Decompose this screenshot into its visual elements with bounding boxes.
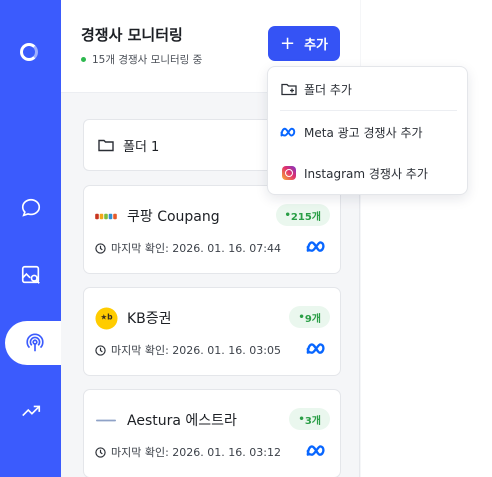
trending-up-icon xyxy=(21,405,40,417)
competitor-card[interactable]: ★b KB증권 • 9개 마지막 확인: 2026. 01. 16. 03:05 xyxy=(83,287,341,376)
ad-count: 3개 xyxy=(304,415,321,427)
meta-icon xyxy=(306,241,325,252)
svg-text:★b: ★b xyxy=(100,312,113,321)
instagram-icon xyxy=(280,166,298,180)
menu-item-add-folder[interactable]: 폴더 추가 xyxy=(268,71,467,107)
nav-image-search-button[interactable] xyxy=(0,253,61,297)
nav-trends-button[interactable] xyxy=(0,389,61,433)
competitor-name: KB증권 xyxy=(127,311,172,327)
app-root: 경쟁사 모니터링 15개 경쟁사 모니터링 중 + 추가 폴더 1 쿠팡 Cou… xyxy=(0,0,492,477)
app-logo[interactable] xyxy=(20,43,38,61)
ad-count: 215개 xyxy=(290,211,321,223)
last-checked: 마지막 확인: 2026. 01. 16. 03:12 xyxy=(95,444,281,460)
menu-divider xyxy=(280,110,457,111)
aestura-logo xyxy=(94,408,118,432)
clock-icon xyxy=(95,446,106,458)
clock-icon xyxy=(95,344,106,356)
coupang-logo xyxy=(94,204,118,228)
menu-item-add-meta[interactable]: Meta 광고 경쟁사 추가 xyxy=(268,114,467,150)
ad-count-badge: • 3개 xyxy=(289,408,330,430)
ad-count: 9개 xyxy=(304,313,321,325)
last-checked-text: 마지막 확인: 2026. 01. 16. 03:05 xyxy=(111,344,281,357)
meta-icon xyxy=(306,445,325,456)
monitoring-count-text: 15개 경쟁사 모니터링 중 xyxy=(92,54,203,66)
competitor-name: Aestura 에스트라 xyxy=(127,413,237,429)
status-dot xyxy=(81,57,86,62)
ad-count-badge: • 215개 xyxy=(275,204,330,226)
competitor-name: 쿠팡 Coupang xyxy=(127,209,220,225)
add-button-label: 추가 xyxy=(304,38,328,53)
add-dropdown-menu: 폴더 추가 Meta 광고 경쟁사 추가 Instagram 경쟁사 추가 xyxy=(267,66,468,195)
add-button[interactable]: + 추가 xyxy=(268,26,340,61)
chat-icon xyxy=(21,198,40,217)
nav-chat-button[interactable] xyxy=(0,186,61,230)
ad-count-badge: • 9개 xyxy=(289,306,330,328)
menu-item-label: Meta 광고 경쟁사 추가 xyxy=(304,125,423,140)
last-checked-text: 마지막 확인: 2026. 01. 16. 07:44 xyxy=(111,242,281,255)
image-search-icon xyxy=(21,265,40,284)
meta-icon xyxy=(306,343,325,354)
meta-icon xyxy=(280,125,298,139)
clock-icon xyxy=(95,242,106,254)
folder-label: 폴더 1 xyxy=(123,139,160,155)
menu-item-label: 폴더 추가 xyxy=(304,82,352,97)
competitor-card[interactable]: Aestura 에스트라 • 3개 마지막 확인: 2026. 01. 16. … xyxy=(83,389,341,477)
monitoring-status: 15개 경쟁사 모니터링 중 xyxy=(81,52,202,67)
folder-add-icon xyxy=(280,82,298,96)
last-checked: 마지막 확인: 2026. 01. 16. 07:44 xyxy=(95,240,281,256)
menu-item-add-instagram[interactable]: Instagram 경쟁사 추가 xyxy=(268,155,467,191)
plus-icon: + xyxy=(279,32,296,54)
kb-logo: ★b xyxy=(94,306,118,330)
folder-icon xyxy=(98,139,114,152)
nav-monitoring-button[interactable] xyxy=(5,321,65,365)
menu-item-label: Instagram 경쟁사 추가 xyxy=(304,166,428,181)
last-checked-text: 마지막 확인: 2026. 01. 16. 03:12 xyxy=(111,446,281,459)
last-checked: 마지막 확인: 2026. 01. 16. 03:05 xyxy=(95,342,281,358)
competitor-card[interactable]: 쿠팡 Coupang • 215개 마지막 확인: 2026. 01. 16. … xyxy=(83,185,341,274)
nav-rail xyxy=(0,0,65,477)
page-title: 경쟁사 모니터링 xyxy=(81,26,183,44)
broadcast-icon xyxy=(26,333,44,352)
